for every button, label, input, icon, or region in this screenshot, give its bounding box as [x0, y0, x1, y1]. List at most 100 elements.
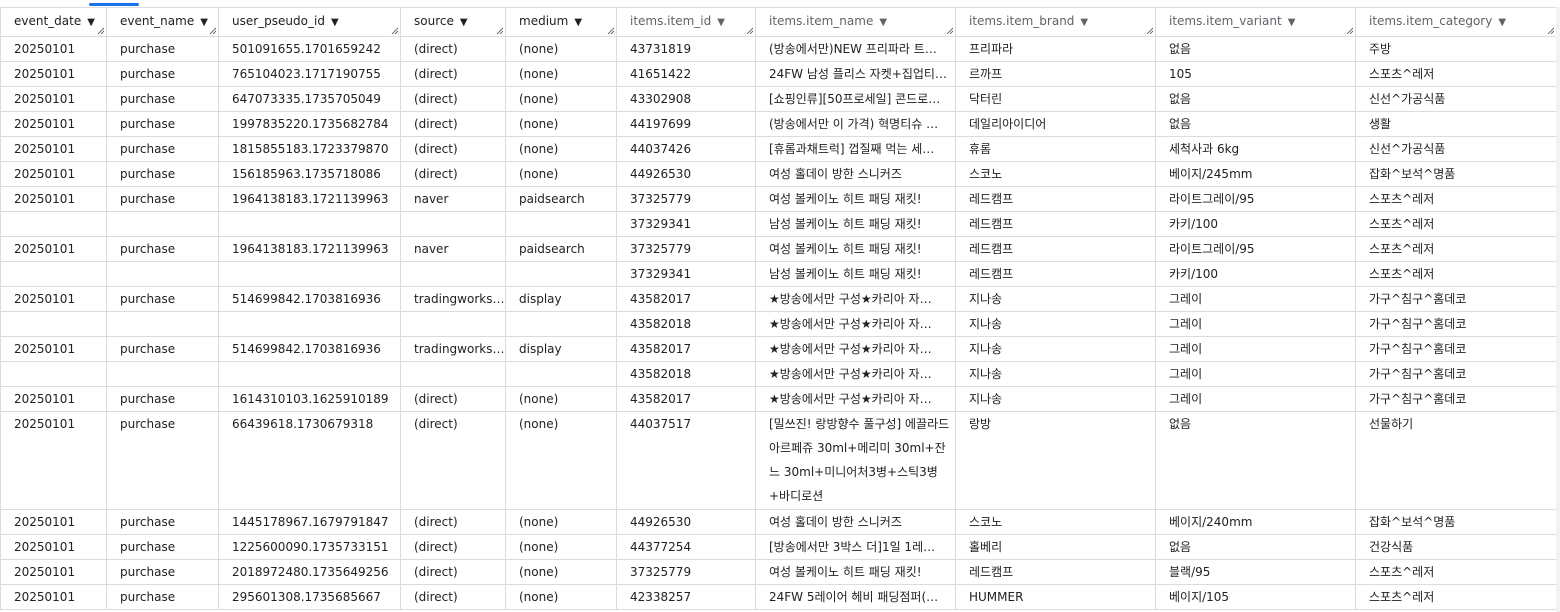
sort-menu-icon[interactable]: ▼: [1080, 9, 1088, 36]
table-row[interactable]: 20250101 purchase 295601308.1735685667 (dir…: [0, 584, 1557, 610]
table-cell: purchase: [106, 111, 219, 137]
table-row[interactable]: 37329341 남성 볼케이노 히트 패딩 재킷! 레드캠프 카키/100 스포츠^레…: [0, 261, 1557, 287]
table-cell: 휴롬: [955, 136, 1156, 162]
table-cell: [106, 361, 219, 387]
column-header[interactable]: items.item_category ▼: [1355, 7, 1557, 37]
table-cell: [400, 261, 506, 287]
header-row: event_date ▼ event_name ▼ user_pseudo_id ▼ sou…: [0, 7, 1557, 37]
table-cell: 43582018: [616, 311, 756, 337]
table-cell: (direct): [400, 161, 506, 187]
column-resize-handle-icon[interactable]: [746, 27, 753, 34]
table-cell: 스포츠^레저: [1355, 186, 1557, 212]
column-header[interactable]: items.item_id ▼: [616, 7, 756, 37]
table-row[interactable]: 20250101 purchase 514699842.1703816936 trad…: [0, 336, 1557, 362]
table-cell: 20250101: [0, 534, 107, 560]
column-header-label: event_date: [14, 14, 82, 28]
column-resize-handle-icon[interactable]: [1346, 27, 1353, 34]
table-cell: [505, 311, 617, 337]
sort-menu-icon[interactable]: ▼: [87, 9, 95, 36]
table-row[interactable]: 20250101 purchase 1815855183.1723379870 (di…: [0, 136, 1557, 162]
column-resize-handle-icon[interactable]: [97, 27, 104, 34]
column-header[interactable]: user_pseudo_id ▼: [218, 7, 401, 37]
table-cell: 레드캠프: [955, 211, 1156, 237]
table-cell: [밀쓰진! 랑방향수 풀구성] 에끌라드 아르페쥬 30ml+메리미 30ml+…: [755, 411, 956, 510]
table-cell: [방송에서만 3박스 더]1일 1레…: [755, 534, 956, 560]
table-row[interactable]: 20250101 purchase 1997835220.1735682784 (di…: [0, 111, 1557, 137]
column-header[interactable]: event_date ▼: [0, 7, 107, 37]
table-row[interactable]: 20250101 purchase 501091655.1701659242 (dir…: [0, 36, 1557, 62]
table-cell: 20250101: [0, 336, 107, 362]
column-resize-handle-icon[interactable]: [209, 27, 216, 34]
table-cell: 가구^침구^홈데코: [1355, 286, 1557, 312]
sort-menu-icon[interactable]: ▼: [331, 9, 339, 36]
table-cell: [218, 211, 401, 237]
column-resize-handle-icon[interactable]: [607, 27, 614, 34]
column-header[interactable]: medium ▼: [505, 7, 617, 37]
column-resize-handle-icon[interactable]: [391, 27, 398, 34]
table-cell: (none): [505, 559, 617, 585]
table-row[interactable]: 20250101 purchase 1964138183.1721139963 nav…: [0, 236, 1557, 262]
table-cell: (direct): [400, 559, 506, 585]
column-header[interactable]: items.item_name ▼: [755, 7, 956, 37]
table-cell: 스포츠^레저: [1355, 584, 1557, 610]
table-cell: 스포츠^레저: [1355, 236, 1557, 262]
column-resize-handle-icon[interactable]: [1547, 27, 1554, 34]
column-resize-handle-icon[interactable]: [496, 27, 503, 34]
table-cell: 스포츠^레저: [1355, 211, 1557, 237]
table-cell: purchase: [106, 584, 219, 610]
column-resize-handle-icon[interactable]: [946, 27, 953, 34]
table-row[interactable]: 20250101 purchase 765104023.1717190755 (dir…: [0, 61, 1557, 87]
table-cell: (direct): [400, 136, 506, 162]
column-header[interactable]: items.item_brand ▼: [955, 7, 1156, 37]
table-row[interactable]: 43582018 ★방송에서만 구성★카리아 자… 지나송 그레이 가구^침구^홈데코: [0, 361, 1557, 387]
table-row[interactable]: 20250101 purchase 647073335.1735705049 (dir…: [0, 86, 1557, 112]
table-cell: ★방송에서만 구성★카리아 자…: [755, 311, 956, 337]
table-cell: 여성 볼케이노 히트 패딩 재킷!: [755, 236, 956, 262]
table-row[interactable]: 43582018 ★방송에서만 구성★카리아 자… 지나송 그레이 가구^침구^홈데코: [0, 311, 1557, 337]
table-row[interactable]: 37329341 남성 볼케이노 히트 패딩 재킷! 레드캠프 카키/100 스포츠^레…: [0, 211, 1557, 237]
sort-menu-icon[interactable]: ▼: [717, 9, 725, 36]
sort-menu-icon[interactable]: ▼: [200, 9, 208, 36]
table-cell: 66439618.1730679318: [218, 411, 401, 510]
sort-menu-icon[interactable]: ▼: [1498, 9, 1506, 36]
table-cell: 지나송: [955, 311, 1156, 337]
vertical-scrollbar[interactable]: [1556, 7, 1560, 612]
table-cell: paidsearch: [505, 186, 617, 212]
table-cell: 43582017: [616, 386, 756, 412]
table-cell: 없음: [1155, 36, 1356, 62]
table-cell: (direct): [400, 111, 506, 137]
table-row[interactable]: 20250101 purchase 514699842.1703816936 trad…: [0, 286, 1557, 312]
table-cell: 레드캠프: [955, 559, 1156, 585]
table-cell: (none): [505, 386, 617, 412]
tab-strip: [0, 0, 1560, 7]
table-cell: (none): [505, 161, 617, 187]
table-cell: 신선^가공식품: [1355, 136, 1557, 162]
table-cell: [218, 261, 401, 287]
table-cell: ★방송에서만 구성★카리아 자…: [755, 361, 956, 387]
column-header[interactable]: event_name ▼: [106, 7, 219, 37]
table-row[interactable]: 20250101 purchase 1614310103.1625910189 (di…: [0, 386, 1557, 412]
table-cell: 세척사과 6kg: [1155, 136, 1356, 162]
table-row[interactable]: 20250101 purchase 1225600090.1735733151 (di…: [0, 534, 1557, 560]
table-row[interactable]: 20250101 purchase 156185963.1735718086 (dir…: [0, 161, 1557, 187]
column-header-label: items.item_category: [1369, 14, 1493, 28]
sort-menu-icon[interactable]: ▼: [1288, 9, 1296, 36]
table-cell: 그레이: [1155, 286, 1356, 312]
column-header[interactable]: source ▼: [400, 7, 506, 37]
table-row[interactable]: 20250101 purchase 1964138183.1721139963 nav…: [0, 186, 1557, 212]
column-resize-handle-icon[interactable]: [1146, 27, 1153, 34]
table-cell: 20250101: [0, 559, 107, 585]
table-cell: 스코노: [955, 161, 1156, 187]
table-row[interactable]: 20250101 purchase 1445178967.1679791847 (di…: [0, 509, 1557, 535]
table-row[interactable]: 20250101 purchase 66439618.1730679318 (dire…: [0, 411, 1557, 510]
sort-menu-icon[interactable]: ▼: [879, 9, 887, 36]
table-row[interactable]: 20250101 purchase 2018972480.1735649256 (di…: [0, 559, 1557, 585]
table-cell: 건강식품: [1355, 534, 1557, 560]
table-cell: 잡화^보석^명품: [1355, 161, 1557, 187]
sort-menu-icon[interactable]: ▼: [460, 9, 468, 36]
column-header[interactable]: items.item_variant ▼: [1155, 7, 1356, 37]
table-cell: 선물하기: [1355, 411, 1557, 510]
table-cell: 없음: [1155, 86, 1356, 112]
sort-menu-icon[interactable]: ▼: [574, 9, 582, 36]
table-cell: purchase: [106, 336, 219, 362]
